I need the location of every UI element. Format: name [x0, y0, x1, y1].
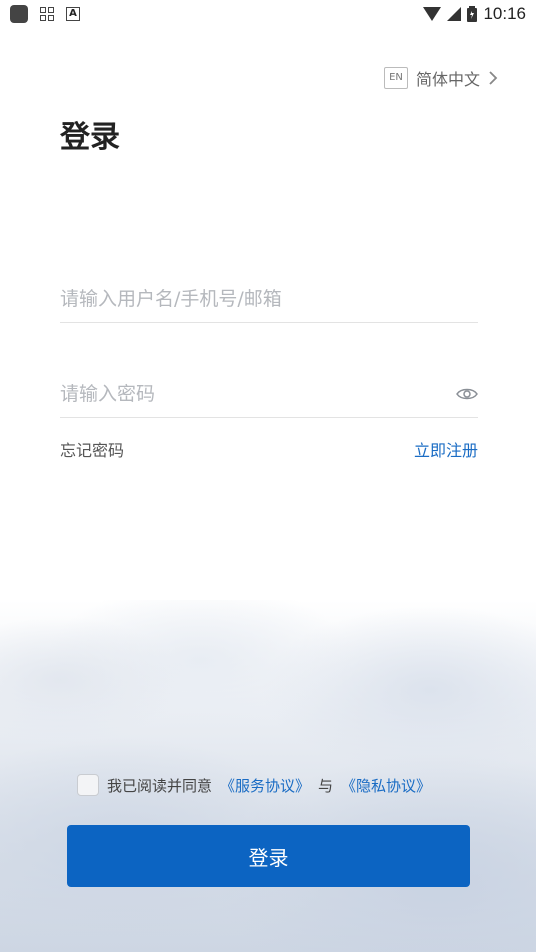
password-input[interactable] [60, 383, 456, 405]
status-bar: A 10:16 [0, 0, 536, 28]
password-field [60, 371, 478, 418]
grid-notification-icon [40, 7, 54, 21]
agreement-and: 与 [318, 776, 334, 795]
language-switcher[interactable]: EN 简体中文 [383, 66, 498, 90]
login-button[interactable]: 登录 [67, 825, 470, 887]
username-input[interactable] [60, 288, 478, 310]
signal-icon [447, 7, 462, 21]
register-link[interactable]: 立即注册 [414, 437, 478, 461]
username-field [60, 276, 478, 323]
agreement-prefix: 我已阅读并同意 [107, 776, 213, 795]
eye-icon[interactable] [456, 387, 478, 401]
page-title: 登录 [60, 120, 120, 155]
chevron-right-icon [489, 71, 498, 85]
auth-links-row: 忘记密码 立即注册 [60, 437, 478, 461]
status-left-icons: A [10, 5, 80, 23]
agreement-checkbox[interactable] [77, 774, 99, 796]
privacy-agreement-link[interactable]: 《隐私协议》 [341, 775, 431, 796]
wifi-icon [423, 7, 442, 21]
battery-icon [467, 6, 478, 22]
language-badge-icon: EN [383, 67, 408, 89]
forgot-password-link[interactable]: 忘记密码 [60, 437, 124, 461]
status-right-icons: 10:16 [423, 4, 526, 24]
agreement-row: 我已阅读并同意 《服务协议》与《隐私协议》 [77, 774, 431, 796]
app-notification-icon [10, 5, 28, 23]
a-notification-icon: A [66, 7, 80, 21]
language-label: 简体中文 [415, 70, 480, 89]
status-time: 10:16 [483, 4, 526, 23]
service-agreement-link[interactable]: 《服务协议》 [220, 775, 310, 796]
